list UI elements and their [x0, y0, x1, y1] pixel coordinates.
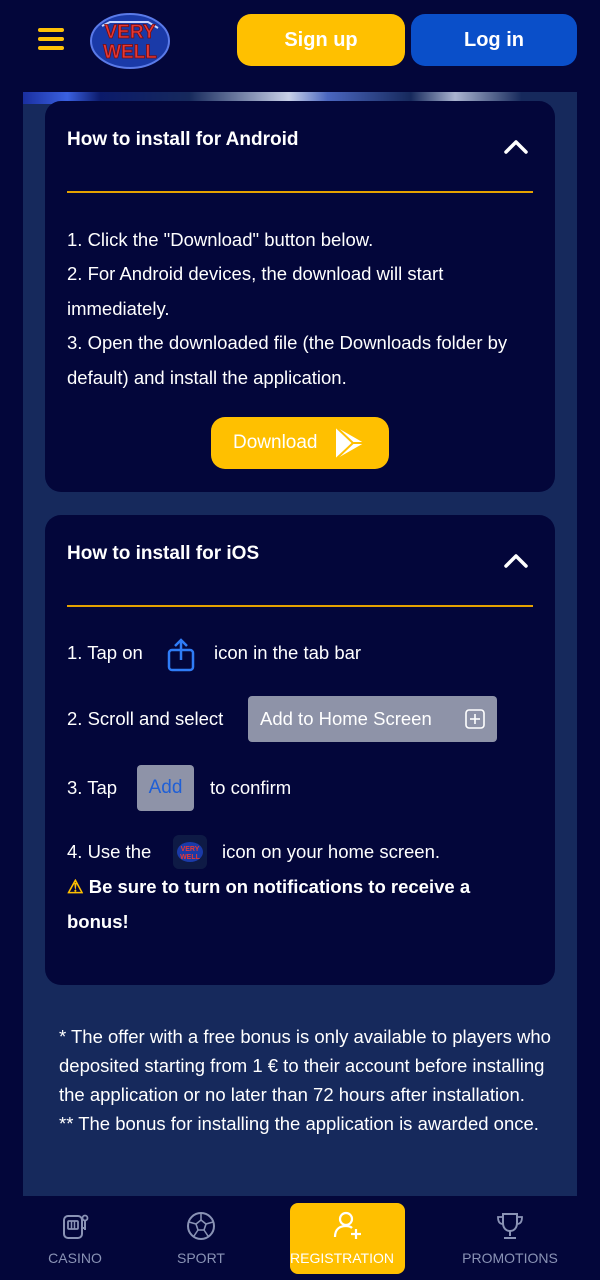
footnote-2: ** The bonus for installing the applicat…: [59, 1113, 539, 1134]
ios-divider: [67, 605, 533, 607]
bonus-footnotes: * The offer with a free bonus is only av…: [59, 1022, 559, 1138]
add-to-home-screen-label: Add to Home Screen: [260, 708, 432, 729]
trophy-icon: [497, 1213, 523, 1239]
app-icon: VERY WELL: [173, 835, 207, 869]
chevron-up-icon[interactable]: [503, 552, 529, 568]
add-chip: Add: [137, 765, 194, 811]
svg-text:VERY: VERY: [181, 846, 200, 853]
ios-step-4-suffix: icon on your home screen.: [222, 841, 441, 862]
android-step-2: 2. For Android devices, the download wil…: [67, 263, 444, 319]
android-install-card: How to install for Android 1. Click the …: [45, 101, 555, 492]
warning-icon: ⚠: [67, 876, 84, 897]
sign-up-button[interactable]: Sign up: [237, 14, 405, 66]
ios-step-1-suffix: icon in the tab bar: [214, 642, 362, 663]
hamburger-menu-icon[interactable]: [38, 28, 64, 50]
top-header: VERY WELL Sign up Log in: [0, 0, 600, 92]
android-divider: [67, 191, 533, 193]
svg-text:VERY: VERY: [104, 22, 155, 43]
nav-item-casino[interactable]: CASINO: [20, 1196, 130, 1280]
very-well-logo[interactable]: VERY WELL: [88, 10, 172, 72]
ios-step-3-prefix: 3. Tap: [67, 777, 118, 798]
add-to-home-screen-chip: Add to Home Screen: [248, 696, 497, 742]
share-icon: [167, 638, 195, 672]
nav-label-promotions: PROMOTIONS: [462, 1250, 558, 1266]
nav-label-casino: CASINO: [48, 1250, 102, 1266]
nav-item-registration[interactable]: REGISTRATION: [290, 1203, 405, 1274]
ios-install-card: How to install for iOS 1. Tap on icon in…: [45, 515, 555, 985]
footnote-1: * The offer with a free bonus is only av…: [59, 1026, 551, 1105]
plus-box-icon: [465, 709, 485, 729]
notification-warning: ⚠ Be sure to turn on notifications to re…: [67, 870, 527, 939]
android-step-1: 1. Click the "Download" button below.: [67, 229, 374, 250]
ios-step-2-prefix: 2. Scroll and select: [67, 708, 224, 729]
user-plus-icon: [333, 1211, 361, 1239]
ios-step-1-prefix: 1. Tap on: [67, 642, 143, 663]
soccer-ball-icon: [187, 1212, 215, 1240]
android-step-3: 3. Open the downloaded file (the Downloa…: [67, 332, 508, 388]
chevron-up-icon[interactable]: [503, 138, 529, 154]
nav-item-promotions[interactable]: PROMOTIONS: [455, 1196, 565, 1280]
warning-text: Be sure to turn on notifications to rece…: [67, 876, 471, 932]
bottom-navigation: CASINO SPORT REGISTRATION PROMOTIONS: [0, 1196, 600, 1280]
ios-step-4-prefix: 4. Use the: [67, 841, 152, 862]
log-in-button[interactable]: Log in: [411, 14, 577, 66]
ios-card-title: How to install for iOS: [67, 543, 260, 564]
svg-text:WELL: WELL: [180, 854, 201, 861]
download-button[interactable]: Download: [211, 417, 389, 469]
android-card-title: How to install for Android: [67, 129, 299, 150]
ios-step-3-suffix: to confirm: [210, 777, 292, 798]
nav-label-registration: REGISTRATION: [290, 1250, 394, 1266]
slot-machine-icon: [63, 1214, 89, 1239]
svg-text:WELL: WELL: [103, 42, 157, 63]
nav-label-sport: SPORT: [177, 1250, 225, 1266]
google-play-icon: [335, 426, 364, 460]
download-label: Download: [233, 432, 318, 453]
nav-item-sport[interactable]: SPORT: [146, 1196, 256, 1280]
